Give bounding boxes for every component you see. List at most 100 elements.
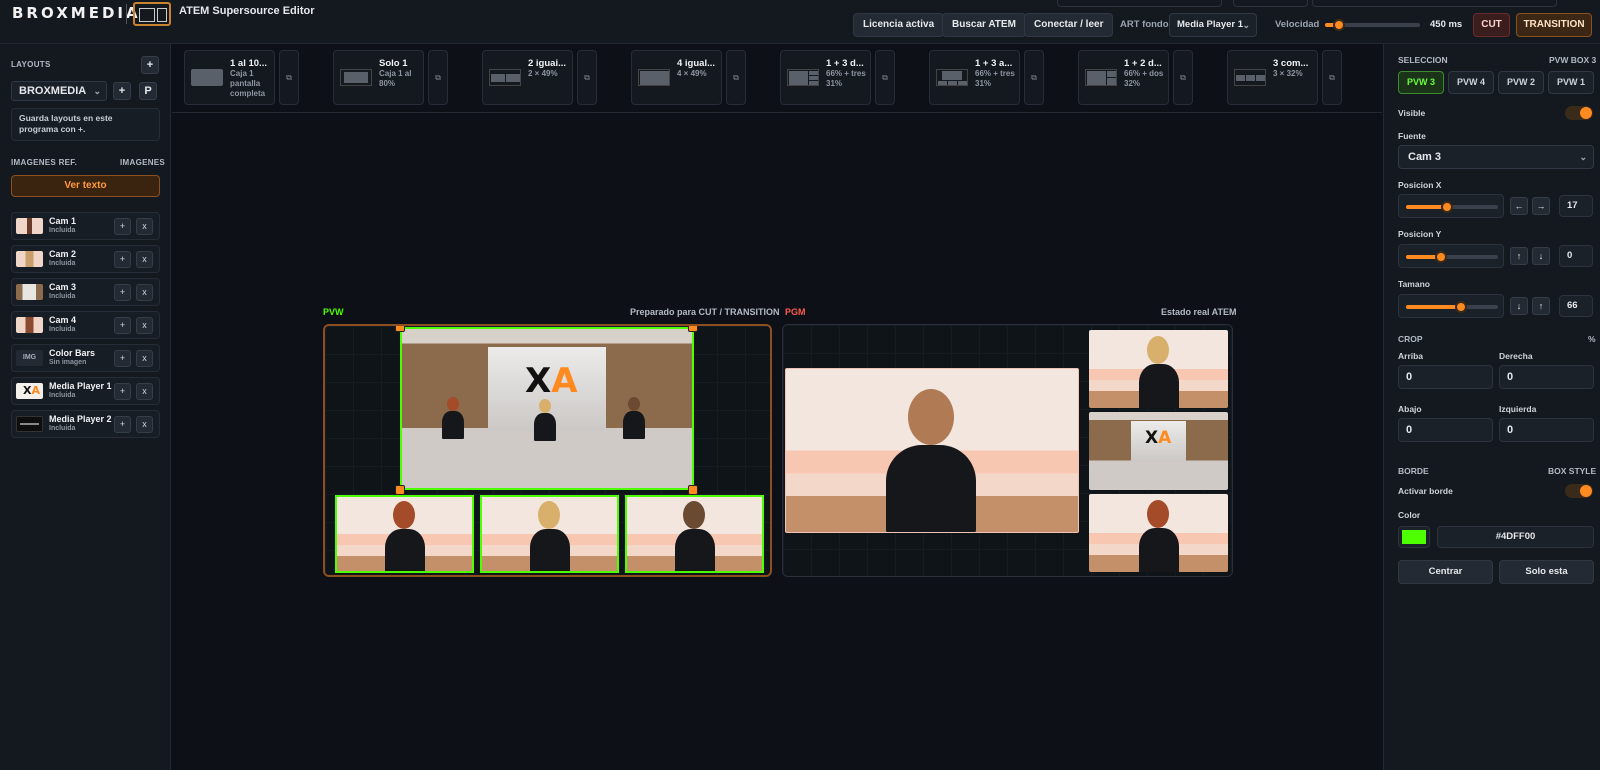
resize-handle[interactable] xyxy=(688,485,698,495)
layout-thumb-icon xyxy=(340,69,372,86)
copy-icon[interactable]: ⧉ xyxy=(279,50,299,105)
view-text-button[interactable]: Ver texto xyxy=(11,175,160,197)
copy-icon[interactable]: ⧉ xyxy=(577,50,597,105)
source-add-button[interactable]: + xyxy=(114,218,131,235)
source-select[interactable]: Cam 3 ⌄ xyxy=(1398,145,1594,169)
pos-y-slider-box xyxy=(1398,244,1504,268)
source-remove-button[interactable]: x xyxy=(136,284,153,301)
visible-toggle[interactable] xyxy=(1565,106,1593,120)
pos-x-input[interactable]: 17 xyxy=(1559,195,1593,217)
source-row-cam3[interactable]: Cam 3 Incluida + x xyxy=(11,278,160,306)
pvw-label: PVW xyxy=(323,307,344,317)
size-input[interactable]: 66 xyxy=(1559,295,1593,317)
layout-preset-1[interactable]: 1 al 10... Caja 1 pantalla completa xyxy=(184,50,275,105)
layout-preset-8[interactable]: 3 com... 3 × 32% xyxy=(1227,50,1318,105)
source-remove-button[interactable]: x xyxy=(136,251,153,268)
license-button[interactable]: Licencia activa xyxy=(853,13,945,37)
layout-preset-5[interactable]: 1 + 3 d... 66% + tres 31% xyxy=(780,50,871,105)
arrow-down-icon[interactable]: ↓ xyxy=(1532,247,1550,265)
transition-button[interactable]: TRANSITION xyxy=(1516,13,1592,37)
source-add-button[interactable]: + xyxy=(114,251,131,268)
copy-icon[interactable]: ⧉ xyxy=(1173,50,1193,105)
copy-icon[interactable]: ⧉ xyxy=(1322,50,1342,105)
images-ref-label: IMAGENES REF. xyxy=(11,158,78,167)
resize-handle[interactable] xyxy=(395,326,405,332)
source-name: Cam 2 xyxy=(49,249,77,259)
color-picker[interactable] xyxy=(1398,526,1430,548)
source-remove-button[interactable]: x xyxy=(136,416,153,433)
source-add-button[interactable]: + xyxy=(114,284,131,301)
resize-handle[interactable] xyxy=(688,326,698,332)
layout-preset-7[interactable]: 1 + 2 d... 66% + dos 32% xyxy=(1078,50,1169,105)
add-program-button[interactable]: + xyxy=(113,82,131,100)
connect-button[interactable]: Conectar / leer xyxy=(1024,13,1114,37)
source-row-cam4[interactable]: Cam 4 Incluida + x xyxy=(11,311,160,339)
layout-preset-4[interactable]: 4 igual... 4 × 49% xyxy=(631,50,722,105)
copy-icon[interactable]: ⧉ xyxy=(428,50,448,105)
slider-knob[interactable] xyxy=(1455,301,1468,313)
pvw-box-border xyxy=(625,495,764,573)
slider-knob[interactable] xyxy=(1434,251,1447,263)
source-row-color-bars[interactable]: IMG Color Bars Sin imagen + x xyxy=(11,344,160,372)
pos-x-slider[interactable] xyxy=(1406,201,1498,213)
copy-icon[interactable]: ⧉ xyxy=(1024,50,1044,105)
source-add-button[interactable]: + xyxy=(114,383,131,400)
crop-bottom-input[interactable]: 0 xyxy=(1398,418,1493,442)
layout-preset-6[interactable]: 1 + 3 a... 66% + tres 31% xyxy=(929,50,1020,105)
arrow-right-icon[interactable]: → xyxy=(1532,197,1550,215)
speed-slider[interactable] xyxy=(1325,19,1420,31)
copy-icon[interactable]: ⧉ xyxy=(875,50,895,105)
layout-thumb-icon xyxy=(936,69,968,86)
crop-top-input[interactable]: 0 xyxy=(1398,365,1493,389)
source-add-button[interactable]: + xyxy=(114,416,131,433)
slider-knob[interactable] xyxy=(1441,201,1454,213)
crop-left-input[interactable]: 0 xyxy=(1499,418,1594,442)
source-row-cam2[interactable]: Cam 2 Incluida + x xyxy=(11,245,160,273)
tab-pvw-2[interactable]: PVW 2 xyxy=(1498,71,1544,94)
size-slider[interactable] xyxy=(1406,301,1498,313)
source-name: Cam 4 xyxy=(49,315,77,325)
layout-preset-2[interactable]: Solo 1 Caja 1 al 80% xyxy=(333,50,424,105)
source-remove-button[interactable]: x xyxy=(136,383,153,400)
source-name: Color Bars xyxy=(49,348,96,358)
tab-pvw-4[interactable]: PVW 4 xyxy=(1448,71,1494,94)
color-hex-input[interactable]: #4DFF00 xyxy=(1437,526,1594,548)
copy-icon[interactable]: ⧉ xyxy=(726,50,746,105)
crop-right-input[interactable]: 0 xyxy=(1499,365,1594,389)
program-p-button[interactable]: P xyxy=(139,82,157,100)
layout-preset-3[interactable]: 2 iguai... 2 × 49% xyxy=(482,50,573,105)
resize-handle[interactable] xyxy=(395,485,405,495)
source-remove-button[interactable]: x xyxy=(136,350,153,367)
speed-slider-knob[interactable] xyxy=(1333,19,1346,31)
program-select[interactable]: BROXMEDIA ⌄ xyxy=(11,81,107,101)
add-layout-button[interactable]: + xyxy=(141,56,159,74)
search-atem-button[interactable]: Buscar ATEM xyxy=(942,13,1026,37)
source-add-button[interactable]: + xyxy=(114,350,131,367)
arrow-up-icon[interactable]: ↑ xyxy=(1532,297,1550,315)
arrow-down-icon[interactable]: ↓ xyxy=(1510,297,1528,315)
source-add-button[interactable]: + xyxy=(114,317,131,334)
source-remove-button[interactable]: x xyxy=(136,317,153,334)
crop-left-label: Izquierda xyxy=(1499,404,1537,414)
border-toggle[interactable] xyxy=(1565,484,1593,498)
pvw-box-border xyxy=(400,327,694,490)
center-button[interactable]: Centrar xyxy=(1398,560,1493,584)
cut-button[interactable]: CUT xyxy=(1473,13,1510,37)
source-row-media-player-1[interactable]: XA Media Player 1 Incluida + x xyxy=(11,377,160,405)
pos-y-input[interactable]: 0 xyxy=(1559,245,1593,267)
source-row-media-player-2[interactable]: Media Player 2 Incluida + x xyxy=(11,410,160,438)
pos-y-slider[interactable] xyxy=(1406,251,1498,263)
source-remove-button[interactable]: x xyxy=(136,218,153,235)
pvw-monitor[interactable]: XA xyxy=(323,324,772,577)
only-this-button[interactable]: Solo esta xyxy=(1499,560,1594,584)
layout-thumb-icon xyxy=(489,69,521,86)
arrow-up-icon[interactable]: ↑ xyxy=(1510,247,1528,265)
art-select[interactable]: Media Player 1 ⌄ xyxy=(1169,13,1257,37)
tab-pvw-3[interactable]: PVW 3 xyxy=(1398,71,1444,94)
layouts-hint: Guarda layouts en este programa con +. xyxy=(11,108,160,141)
tab-pvw-1[interactable]: PVW 1 xyxy=(1548,71,1594,94)
source-row-cam1[interactable]: Cam 1 Incluida + x xyxy=(11,212,160,240)
pgm-monitor: XA xyxy=(782,324,1233,577)
border-label: BORDE xyxy=(1398,466,1429,476)
arrow-left-icon[interactable]: ← xyxy=(1510,197,1528,215)
